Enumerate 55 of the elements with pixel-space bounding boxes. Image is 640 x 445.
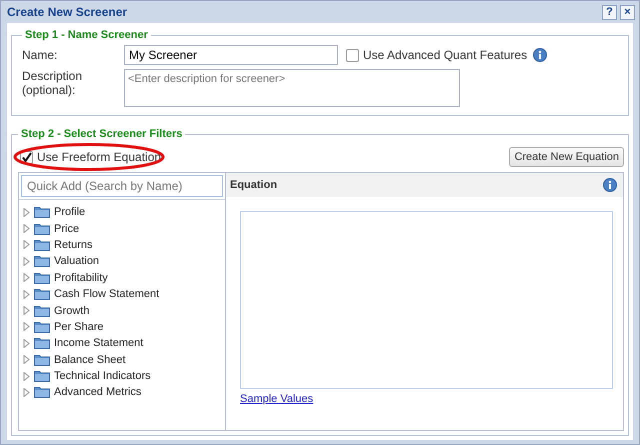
folder-icon bbox=[34, 255, 50, 268]
folder-icon bbox=[34, 304, 50, 317]
sample-values-link[interactable]: Sample Values bbox=[240, 393, 314, 405]
expander-icon[interactable] bbox=[23, 322, 30, 332]
tree-item-label[interactable]: Profile bbox=[54, 206, 86, 218]
panel-header: Equation bbox=[230, 179, 278, 191]
expander-icon[interactable] bbox=[23, 355, 30, 364]
expander-icon[interactable] bbox=[23, 224, 30, 234]
field-label: Description (optional): bbox=[22, 69, 84, 97]
folder-icon bbox=[34, 206, 50, 218]
folder-icon bbox=[34, 288, 50, 300]
close-button[interactable]: × bbox=[620, 4, 635, 20]
folder-icon bbox=[34, 272, 50, 284]
tree-item-label[interactable]: Income Statement bbox=[54, 337, 144, 350]
tree-item-label[interactable]: Returns bbox=[54, 238, 93, 251]
folder-icon bbox=[34, 238, 50, 251]
tree-item-label[interactable]: Balance Sheet bbox=[54, 354, 126, 366]
expander-icon[interactable] bbox=[23, 290, 30, 299]
checkbox-label: Use Freeform Equation bbox=[37, 150, 162, 164]
field-label: Name: bbox=[22, 48, 58, 62]
expander-icon[interactable] bbox=[23, 306, 30, 316]
expander-icon[interactable] bbox=[23, 388, 30, 397]
section-title: Step 2 - Select Screener Filters bbox=[20, 128, 184, 140]
expander-icon[interactable] bbox=[23, 240, 30, 250]
expander-icon[interactable] bbox=[23, 372, 30, 381]
tree-item-label[interactable]: Advanced Metrics bbox=[54, 386, 142, 398]
search-field[interactable]: Quick Add (Search by Name) bbox=[21, 175, 223, 197]
create-equation-button[interactable]: Create New Equation bbox=[509, 147, 624, 167]
info-icon[interactable] bbox=[603, 178, 617, 192]
expander-icon[interactable] bbox=[23, 256, 30, 266]
help-button[interactable]: ? bbox=[602, 4, 617, 20]
description-field[interactable]: <Enter description for screener> bbox=[124, 69, 460, 107]
window-title: Create New Screener bbox=[7, 5, 128, 19]
tree-item-label[interactable]: Price bbox=[54, 222, 80, 235]
folder-icon bbox=[34, 354, 50, 366]
checkbox[interactable] bbox=[346, 48, 359, 62]
folder-icon bbox=[34, 370, 50, 382]
tree-item-label[interactable]: Technical Indicators bbox=[54, 370, 151, 382]
expander-icon[interactable] bbox=[23, 338, 30, 348]
folder-icon bbox=[34, 386, 50, 398]
tree-item-label[interactable]: Growth bbox=[54, 304, 90, 317]
section-title: Step 1 - Name Screener bbox=[24, 29, 149, 41]
checkbox-label: Use Advanced Quant Features bbox=[363, 48, 528, 62]
folder-icon bbox=[34, 320, 50, 333]
tree-item-label[interactable]: Cash Flow Statement bbox=[54, 288, 160, 300]
expander-icon[interactable] bbox=[23, 273, 30, 282]
name-field[interactable]: My Screener bbox=[124, 45, 338, 65]
folder-icon bbox=[34, 337, 50, 350]
tree-item-label[interactable]: Valuation bbox=[54, 255, 100, 268]
expander-icon[interactable] bbox=[23, 208, 30, 217]
folder-icon bbox=[34, 222, 50, 235]
info-icon[interactable] bbox=[533, 48, 548, 62]
tree-item-label[interactable]: Per Share bbox=[54, 320, 104, 333]
equation-field[interactable] bbox=[240, 211, 613, 389]
tree-item-label[interactable]: Profitability bbox=[54, 272, 108, 284]
